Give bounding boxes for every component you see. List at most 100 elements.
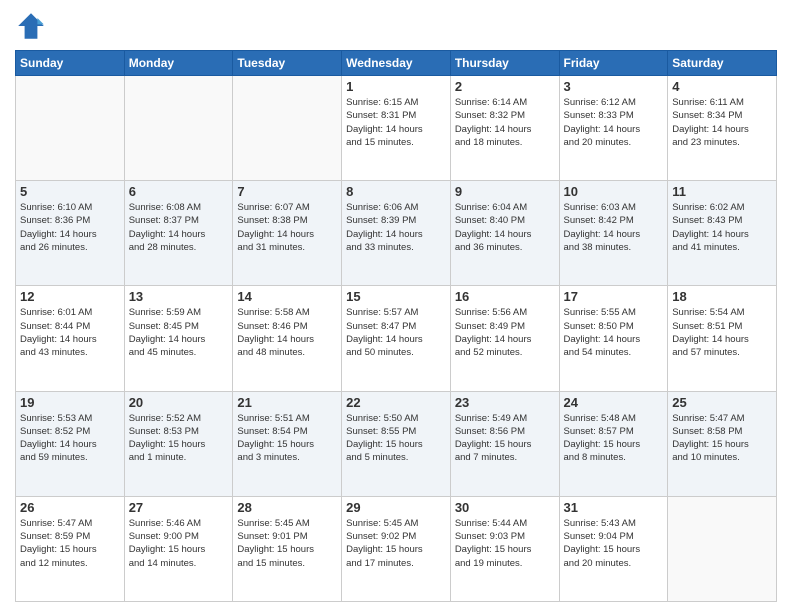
calendar-day-cell: 31 Sunrise: 5:43 AMSunset: 9:04 PMDayligh… (559, 496, 668, 601)
col-header-thursday: Thursday (450, 51, 559, 76)
calendar-day-cell: 28 Sunrise: 5:45 AMSunset: 9:01 PMDayligh… (233, 496, 342, 601)
calendar-day-cell: 26 Sunrise: 5:47 AMSunset: 8:59 PMDayligh… (16, 496, 125, 601)
calendar-day-cell: 21 Sunrise: 5:51 AMSunset: 8:54 PMDayligh… (233, 391, 342, 496)
logo-icon (15, 10, 47, 42)
col-header-wednesday: Wednesday (342, 51, 451, 76)
day-detail: Sunrise: 6:14 AMSunset: 8:32 PMDaylight:… (455, 96, 555, 149)
calendar-header-row: SundayMondayTuesdayWednesdayThursdayFrid… (16, 51, 777, 76)
day-detail: Sunrise: 6:07 AMSunset: 8:38 PMDaylight:… (237, 201, 337, 254)
calendar-day-cell: 11 Sunrise: 6:02 AMSunset: 8:43 PMDayligh… (668, 181, 777, 286)
day-number: 24 (564, 395, 664, 410)
calendar-day-cell: 1 Sunrise: 6:15 AMSunset: 8:31 PMDaylight… (342, 76, 451, 181)
calendar-day-cell: 13Sunrise: 5:59 AMSunset: 8:45 PMDayligh… (124, 286, 233, 391)
day-number: 12 (20, 289, 120, 304)
calendar-day-cell: 2 Sunrise: 6:14 AMSunset: 8:32 PMDaylight… (450, 76, 559, 181)
day-number: 17 (564, 289, 664, 304)
day-number: 9 (455, 184, 555, 199)
col-header-sunday: Sunday (16, 51, 125, 76)
calendar-day-cell: 12 Sunrise: 6:01 AMSunset: 8:44 PMDayligh… (16, 286, 125, 391)
calendar-day-cell: 20Sunrise: 5:52 AMSunset: 8:53 PMDayligh… (124, 391, 233, 496)
day-detail: Sunrise: 5:53 AMSunset: 8:52 PMDaylight:… (20, 412, 120, 465)
calendar-week-row: 19 Sunrise: 5:53 AMSunset: 8:52 PMDayligh… (16, 391, 777, 496)
day-number: 1 (346, 79, 446, 94)
day-number: 4 (672, 79, 772, 94)
col-header-tuesday: Tuesday (233, 51, 342, 76)
day-detail: Sunrise: 6:02 AMSunset: 8:43 PMDaylight:… (672, 201, 772, 254)
calendar-day-cell: 19 Sunrise: 5:53 AMSunset: 8:52 PMDayligh… (16, 391, 125, 496)
day-detail: Sunrise: 5:47 AMSunset: 8:58 PMDaylight:… (672, 412, 772, 465)
calendar-day-cell: 17 Sunrise: 5:55 AMSunset: 8:50 PMDayligh… (559, 286, 668, 391)
day-number: 27 (129, 500, 229, 515)
col-header-friday: Friday (559, 51, 668, 76)
day-detail: Sunrise: 5:45 AMSunset: 9:01 PMDaylight:… (237, 517, 337, 570)
calendar-week-row: 1 Sunrise: 6:15 AMSunset: 8:31 PMDaylight… (16, 76, 777, 181)
col-header-saturday: Saturday (668, 51, 777, 76)
day-detail: Sunrise: 6:08 AMSunset: 8:37 PMDaylight:… (129, 201, 229, 254)
day-number: 19 (20, 395, 120, 410)
day-number: 23 (455, 395, 555, 410)
day-detail: Sunrise: 5:45 AMSunset: 9:02 PMDaylight:… (346, 517, 446, 570)
day-detail: Sunrise: 5:51 AMSunset: 8:54 PMDaylight:… (237, 412, 337, 465)
day-number: 20 (129, 395, 229, 410)
calendar-day-cell: 25 Sunrise: 5:47 AMSunset: 8:58 PMDayligh… (668, 391, 777, 496)
day-detail: Sunrise: 5:55 AMSunset: 8:50 PMDaylight:… (564, 306, 664, 359)
day-number: 26 (20, 500, 120, 515)
day-number: 2 (455, 79, 555, 94)
calendar-day-cell: 29 Sunrise: 5:45 AMSunset: 9:02 PMDayligh… (342, 496, 451, 601)
calendar-week-row: 12 Sunrise: 6:01 AMSunset: 8:44 PMDayligh… (16, 286, 777, 391)
day-number: 31 (564, 500, 664, 515)
day-detail: Sunrise: 5:54 AMSunset: 8:51 PMDaylight:… (672, 306, 772, 359)
calendar-table: SundayMondayTuesdayWednesdayThursdayFrid… (15, 50, 777, 602)
calendar-day-cell: 15 Sunrise: 5:57 AMSunset: 8:47 PMDayligh… (342, 286, 451, 391)
calendar-day-cell: 14Sunrise: 5:58 AMSunset: 8:46 PMDayligh… (233, 286, 342, 391)
day-detail: Sunrise: 6:12 AMSunset: 8:33 PMDaylight:… (564, 96, 664, 149)
day-number: 25 (672, 395, 772, 410)
day-number: 15 (346, 289, 446, 304)
logo (15, 10, 51, 42)
calendar-day-cell (668, 496, 777, 601)
day-number: 16 (455, 289, 555, 304)
calendar-day-cell (16, 76, 125, 181)
day-detail: Sunrise: 6:06 AMSunset: 8:39 PMDaylight:… (346, 201, 446, 254)
day-detail: Sunrise: 5:56 AMSunset: 8:49 PMDaylight:… (455, 306, 555, 359)
header (15, 10, 777, 42)
day-detail: Sunrise: 6:01 AMSunset: 8:44 PMDaylight:… (20, 306, 120, 359)
calendar-day-cell (233, 76, 342, 181)
calendar-week-row: 26 Sunrise: 5:47 AMSunset: 8:59 PMDayligh… (16, 496, 777, 601)
calendar-day-cell: 6Sunrise: 6:08 AMSunset: 8:37 PMDaylight… (124, 181, 233, 286)
calendar-day-cell: 24Sunrise: 5:48 AMSunset: 8:57 PMDayligh… (559, 391, 668, 496)
calendar-day-cell: 27 Sunrise: 5:46 AMSunset: 9:00 PMDayligh… (124, 496, 233, 601)
day-number: 22 (346, 395, 446, 410)
day-number: 10 (564, 184, 664, 199)
day-detail: Sunrise: 5:46 AMSunset: 9:00 PMDaylight:… (129, 517, 229, 570)
day-detail: Sunrise: 6:15 AMSunset: 8:31 PMDaylight:… (346, 96, 446, 149)
day-detail: Sunrise: 5:49 AMSunset: 8:56 PMDaylight:… (455, 412, 555, 465)
day-detail: Sunrise: 6:03 AMSunset: 8:42 PMDaylight:… (564, 201, 664, 254)
day-detail: Sunrise: 5:47 AMSunset: 8:59 PMDaylight:… (20, 517, 120, 570)
day-detail: Sunrise: 6:11 AMSunset: 8:34 PMDaylight:… (672, 96, 772, 149)
calendar-day-cell: 18 Sunrise: 5:54 AMSunset: 8:51 PMDayligh… (668, 286, 777, 391)
day-number: 11 (672, 184, 772, 199)
day-number: 14 (237, 289, 337, 304)
calendar-day-cell: 22Sunrise: 5:50 AMSunset: 8:55 PMDayligh… (342, 391, 451, 496)
day-number: 30 (455, 500, 555, 515)
day-number: 29 (346, 500, 446, 515)
calendar-day-cell: 4 Sunrise: 6:11 AMSunset: 8:34 PMDaylight… (668, 76, 777, 181)
calendar-day-cell: 3Sunrise: 6:12 AMSunset: 8:33 PMDaylight… (559, 76, 668, 181)
calendar-day-cell: 30Sunrise: 5:44 AMSunset: 9:03 PMDayligh… (450, 496, 559, 601)
day-detail: Sunrise: 6:10 AMSunset: 8:36 PMDaylight:… (20, 201, 120, 254)
day-number: 28 (237, 500, 337, 515)
calendar-week-row: 5 Sunrise: 6:10 AMSunset: 8:36 PMDaylight… (16, 181, 777, 286)
calendar-day-cell: 9 Sunrise: 6:04 AMSunset: 8:40 PMDaylight… (450, 181, 559, 286)
calendar-day-cell: 8Sunrise: 6:06 AMSunset: 8:39 PMDaylight… (342, 181, 451, 286)
day-number: 21 (237, 395, 337, 410)
day-detail: Sunrise: 5:57 AMSunset: 8:47 PMDaylight:… (346, 306, 446, 359)
day-number: 7 (237, 184, 337, 199)
day-number: 18 (672, 289, 772, 304)
page: SundayMondayTuesdayWednesdayThursdayFrid… (0, 0, 792, 612)
calendar-day-cell: 23 Sunrise: 5:49 AMSunset: 8:56 PMDayligh… (450, 391, 559, 496)
col-header-monday: Monday (124, 51, 233, 76)
day-number: 5 (20, 184, 120, 199)
day-detail: Sunrise: 6:04 AMSunset: 8:40 PMDaylight:… (455, 201, 555, 254)
day-detail: Sunrise: 5:43 AMSunset: 9:04 PMDaylight:… (564, 517, 664, 570)
